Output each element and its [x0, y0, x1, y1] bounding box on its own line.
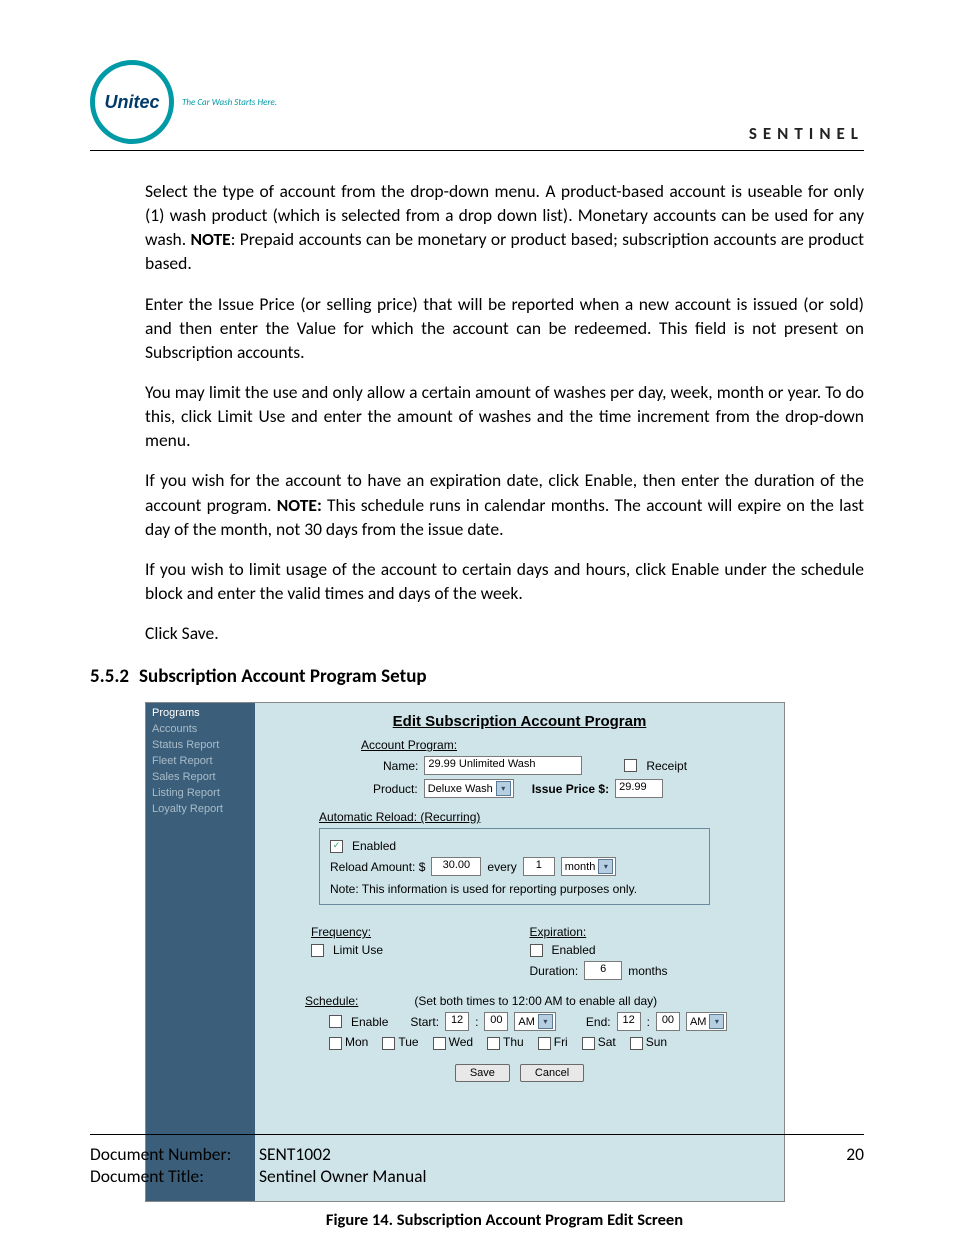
cancel-button[interactable]: Cancel	[520, 1064, 584, 1082]
day-sun: Sun	[646, 1035, 667, 1049]
receipt-label: Receipt	[646, 759, 687, 773]
reload-note: Note: This information is used for repor…	[330, 882, 699, 896]
chevron-down-icon: ▾	[538, 1014, 553, 1029]
sidebar-item-status-report[interactable]: Status Report	[150, 737, 255, 753]
app-sidebar: Programs Accounts Status Report Fleet Re…	[146, 703, 255, 1201]
section-number: 5.5.2	[90, 665, 129, 688]
day-thu-checkbox[interactable]	[487, 1037, 500, 1050]
schedule-enable-checkbox[interactable]	[329, 1015, 342, 1028]
day-sat: Sat	[598, 1035, 616, 1049]
edit-panel: Edit Subscription Account Program Accoun…	[255, 703, 784, 1201]
duration-unit: months	[628, 964, 667, 978]
brand-title: SENTINEL	[749, 123, 864, 144]
start-hour-input[interactable]: 12	[445, 1012, 469, 1031]
name-input[interactable]: 29.99 Unlimited Wash	[424, 756, 582, 775]
start-label: Start:	[410, 1015, 439, 1029]
account-program-label: Account Program:	[361, 738, 768, 752]
start-min-input[interactable]: 00	[484, 1012, 508, 1031]
every-label: every	[487, 860, 516, 874]
reload-enabled-label: Enabled	[352, 839, 396, 853]
product-select[interactable]: Deluxe Wash ▾	[424, 779, 514, 798]
day-mon-checkbox[interactable]	[329, 1037, 342, 1050]
save-button[interactable]: Save	[455, 1064, 510, 1082]
expiration-label: Expiration:	[530, 925, 719, 939]
end-ampm-value: AM	[690, 1016, 707, 1028]
day-thu: Thu	[503, 1035, 524, 1049]
day-tue: Tue	[398, 1035, 418, 1049]
product-value: Deluxe Wash	[428, 783, 493, 795]
doctitle-value: Sentinel Owner Manual	[259, 1165, 427, 1187]
limit-use-label: Limit Use	[333, 943, 383, 957]
p2: Enter the Issue Price (or selling price)…	[145, 292, 864, 364]
limit-use-checkbox[interactable]	[311, 944, 324, 957]
name-label: Name:	[383, 759, 418, 773]
sidebar-item-fleet-report[interactable]: Fleet Report	[150, 753, 255, 769]
p5: If you wish to limit usage of the accoun…	[145, 557, 864, 605]
reload-amount-input[interactable]: 30.00	[431, 857, 481, 876]
start-ampm-select[interactable]: AM▾	[514, 1012, 556, 1031]
p1c: : Prepaid accounts can be monetary or pr…	[145, 228, 864, 274]
reload-group: Enabled Reload Amount: $ 30.00 every 1 m…	[319, 828, 710, 905]
issue-price-input[interactable]: 29.99	[615, 779, 663, 798]
page-number: 20	[846, 1143, 864, 1165]
issue-price-label: Issue Price $:	[532, 782, 609, 796]
reload-amount-label: Reload Amount: $	[330, 860, 425, 874]
section-title: Subscription Account Program Setup	[139, 665, 427, 688]
end-hour-input[interactable]: 12	[617, 1012, 641, 1031]
doctitle-label: Document Title:	[90, 1165, 255, 1187]
day-wed: Wed	[449, 1035, 473, 1049]
reload-header: Automatic Reload: (Recurring)	[319, 810, 768, 824]
end-ampm-select[interactable]: AM▾	[686, 1012, 728, 1031]
chevron-down-icon: ▾	[496, 781, 511, 796]
product-label: Product:	[373, 782, 418, 796]
expiration-enabled-checkbox[interactable]	[530, 944, 543, 957]
chevron-down-icon: ▾	[598, 859, 613, 874]
page-footer: Document Number: SENT1002 20 Document Ti…	[90, 1134, 864, 1187]
day-sat-checkbox[interactable]	[582, 1037, 595, 1050]
every-input[interactable]: 1	[523, 857, 555, 876]
day-tue-checkbox[interactable]	[382, 1037, 395, 1050]
end-min-input[interactable]: 00	[656, 1012, 680, 1031]
expiration-enabled-label: Enabled	[552, 943, 596, 957]
p6: Click Save.	[145, 621, 864, 645]
schedule-label: Schedule:	[305, 994, 358, 1008]
day-mon: Mon	[345, 1035, 368, 1049]
p3: You may limit the use and only allow a c…	[145, 380, 864, 452]
docnum-label: Document Number:	[90, 1143, 255, 1165]
period-select[interactable]: month ▾	[561, 857, 617, 876]
figure-caption: Figure 14. Subscription Account Program …	[145, 1210, 864, 1230]
schedule-enable-label: Enable	[351, 1015, 388, 1029]
logo-tagline: The Car Wash Starts Here.	[182, 97, 277, 108]
logo: Unitec	[90, 60, 174, 144]
reload-enabled-checkbox[interactable]	[330, 840, 343, 853]
duration-input[interactable]: 6	[584, 961, 622, 980]
screenshot-figure: Programs Accounts Status Report Fleet Re…	[145, 702, 785, 1202]
day-wed-checkbox[interactable]	[433, 1037, 446, 1050]
sidebar-item-loyalty-report[interactable]: Loyalty Report	[150, 801, 255, 817]
section-heading: 5.5.2 Subscription Account Program Setup	[90, 665, 864, 688]
receipt-checkbox[interactable]	[624, 759, 637, 772]
duration-label: Duration:	[530, 964, 579, 978]
p4-note: NOTE:	[277, 494, 322, 516]
end-label: End:	[586, 1015, 611, 1029]
panel-title: Edit Subscription Account Program	[271, 713, 768, 730]
sidebar-item-accounts[interactable]: Accounts	[150, 721, 255, 737]
docnum-value: SENT1002	[259, 1143, 331, 1165]
sidebar-item-programs[interactable]: Programs	[150, 705, 255, 721]
sidebar-item-sales-report[interactable]: Sales Report	[150, 769, 255, 785]
period-value: month	[565, 861, 596, 873]
body-text: Select the type of account from the drop…	[145, 179, 864, 645]
page-header: Unitec The Car Wash Starts Here. SENTINE…	[90, 60, 864, 151]
day-fri-checkbox[interactable]	[538, 1037, 551, 1050]
chevron-down-icon: ▾	[709, 1014, 724, 1029]
start-ampm-value: AM	[518, 1016, 535, 1028]
sidebar-item-listing-report[interactable]: Listing Report	[150, 785, 255, 801]
frequency-label: Frequency:	[311, 925, 500, 939]
day-fri: Fri	[554, 1035, 568, 1049]
schedule-hint: (Set both times to 12:00 AM to enable al…	[414, 994, 657, 1008]
day-sun-checkbox[interactable]	[630, 1037, 643, 1050]
p1-note: NOTE	[191, 228, 231, 250]
